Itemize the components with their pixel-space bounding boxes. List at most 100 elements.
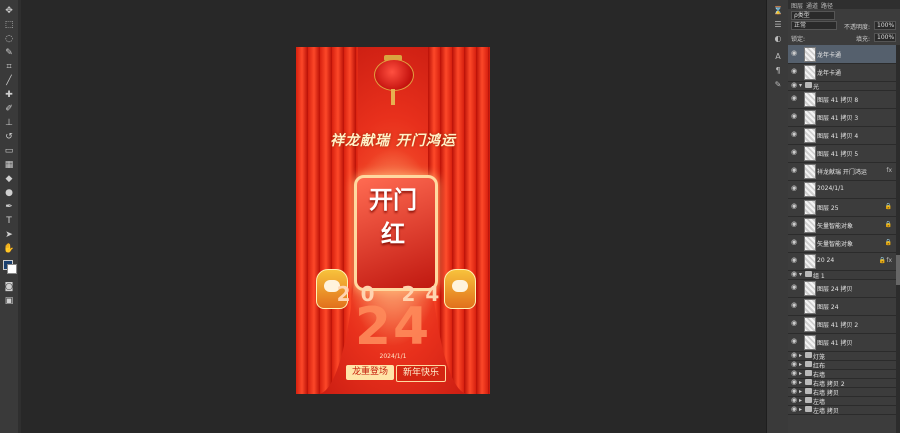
gradient-tool-icon[interactable]: ▦ [3, 160, 15, 171]
visibility-eye-icon[interactable]: ◉ [791, 352, 798, 359]
layer-row[interactable]: ◉ 图层 25 🔒 [788, 198, 896, 217]
character-panel-icon[interactable]: A [772, 52, 784, 62]
layer-row[interactable]: ◉ 矢量智能对象 🔒 [788, 216, 896, 235]
layer-name: 图层 41 拷贝 3 [817, 115, 859, 122]
visibility-eye-icon[interactable]: ◉ [791, 68, 798, 75]
fill-input[interactable]: 100% [874, 33, 896, 42]
dodge-tool-icon[interactable]: ● [3, 188, 15, 199]
visibility-eye-icon[interactable]: ◉ [791, 361, 798, 368]
visibility-eye-icon[interactable]: ◉ [791, 221, 798, 228]
layer-row[interactable]: ◉ 图层 24 拷贝 [788, 279, 896, 298]
clone-stamp-tool-icon[interactable]: ⊥ [3, 118, 15, 129]
layer-row[interactable]: ◉ 2024/1/1 [788, 180, 896, 199]
blend-mode-select[interactable]: 正常 [791, 21, 837, 30]
group-toggle-icon[interactable]: ▸ [799, 379, 802, 386]
visibility-eye-icon[interactable]: ◉ [791, 185, 798, 192]
paragraph-panel-icon[interactable]: ¶ [772, 66, 784, 76]
visibility-eye-icon[interactable]: ◉ [791, 167, 798, 174]
layer-row[interactable]: ◉ 图层 41 拷贝 4 [788, 126, 896, 145]
group-toggle-icon[interactable]: ▾ [799, 82, 802, 89]
layer-row[interactable]: ◉ 图层 41 拷贝 8 [788, 90, 896, 109]
visibility-eye-icon[interactable]: ◉ [791, 149, 798, 156]
move-tool-icon[interactable]: ✥ [3, 6, 15, 17]
properties-panel-icon[interactable]: ☰ [772, 20, 784, 30]
layer-row[interactable]: ◉ 图层 41 拷贝 3 [788, 108, 896, 127]
background-color-swatch[interactable] [7, 264, 17, 274]
brush-panel-icon[interactable]: ✎ [772, 80, 784, 90]
group-toggle-icon[interactable]: ▾ [799, 271, 802, 278]
visibility-eye-icon[interactable]: ◉ [791, 379, 798, 386]
visibility-eye-icon[interactable]: ◉ [791, 203, 798, 210]
type-tool-icon[interactable]: T [3, 216, 15, 227]
layer-thumbnail [804, 335, 816, 350]
history-brush-tool-icon[interactable]: ↺ [3, 132, 15, 143]
quick-select-tool-icon[interactable]: ✎ [3, 48, 15, 59]
layers-scrollbar[interactable] [896, 45, 900, 433]
visibility-eye-icon[interactable]: ◉ [791, 370, 798, 377]
quick-mask-icon[interactable]: ◙ [3, 282, 15, 293]
layer-row[interactable]: ◉ 图层 24 [788, 297, 896, 316]
visibility-eye-icon[interactable]: ◉ [791, 397, 798, 404]
layer-filter-select[interactable]: ρ类型 [791, 11, 835, 20]
tab-layers[interactable]: 图层 [791, 1, 803, 10]
document-canvas[interactable]: 祥龙献瑞 开门鸿运 开门红 20 24 24 2024/1/1 龙重登场 新年快… [296, 47, 490, 394]
visibility-eye-icon[interactable]: ◉ [791, 338, 798, 345]
layer-row[interactable]: ◉ 图层 41 拷贝 [788, 333, 896, 352]
tab-channels[interactable]: 通道 [806, 1, 818, 10]
visibility-eye-icon[interactable]: ◉ [791, 302, 798, 309]
layer-row[interactable]: ◉ 龙年卡通 [788, 63, 896, 82]
visibility-eye-icon[interactable]: ◉ [791, 284, 798, 291]
adjustments-panel-icon[interactable]: ◐ [772, 34, 784, 44]
screen-mode-icon[interactable]: ▣ [3, 296, 15, 307]
group-toggle-icon[interactable]: ▸ [799, 397, 802, 404]
marquee-tool-icon[interactable]: ⬚ [3, 20, 15, 31]
layer-thumbnail [804, 254, 816, 269]
opacity-input[interactable]: 100% [874, 21, 896, 30]
group-toggle-icon[interactable]: ▸ [799, 406, 802, 413]
group-toggle-icon[interactable]: ▸ [799, 361, 802, 368]
panel-tabs: 图层 通道 路径 [788, 0, 900, 10]
blur-tool-icon[interactable]: ◆ [3, 174, 15, 185]
group-toggle-icon[interactable]: ▸ [799, 370, 802, 377]
eyedropper-tool-icon[interactable]: ╱ [3, 76, 15, 87]
layer-row[interactable]: ◉ 祥龙献瑞 开门鸿运 fx [788, 162, 896, 181]
brush-tool-icon[interactable]: ✐ [3, 104, 15, 115]
folder-icon [805, 352, 812, 358]
layer-thumbnail [804, 236, 816, 251]
door-title: 开门红 [369, 186, 417, 248]
layer-group-row[interactable]: ◉ ▸ 左墙 拷贝 [788, 405, 896, 415]
folder-icon [805, 406, 812, 412]
visibility-eye-icon[interactable]: ◉ [791, 271, 798, 278]
layer-row[interactable]: ◉ 图层 41 拷贝 5 [788, 144, 896, 163]
eraser-tool-icon[interactable]: ▭ [3, 146, 15, 157]
group-toggle-icon[interactable]: ▸ [799, 388, 802, 395]
hand-tool-icon[interactable]: ✋ [3, 244, 15, 255]
path-select-tool-icon[interactable]: ➤ [3, 230, 15, 241]
visibility-eye-icon[interactable]: ◉ [791, 257, 798, 264]
visibility-eye-icon[interactable]: ◉ [791, 82, 798, 89]
layer-row[interactable]: ◉ 20 24 🔒fx [788, 252, 896, 271]
visibility-eye-icon[interactable]: ◉ [791, 320, 798, 327]
lantern-tassel [391, 89, 395, 105]
tab-paths[interactable]: 路径 [821, 1, 833, 10]
visibility-eye-icon[interactable]: ◉ [791, 406, 798, 413]
layer-thumbnail [804, 164, 816, 179]
lock-row: 锁定: 填充: 100% [788, 32, 900, 43]
layer-row[interactable]: ◉ 图层 41 拷贝 2 [788, 315, 896, 334]
layer-row[interactable]: ◉ 矢量智能对象 🔒 [788, 234, 896, 253]
layers-scroll-thumb[interactable] [896, 255, 900, 285]
group-toggle-icon[interactable]: ▸ [799, 352, 802, 359]
visibility-eye-icon[interactable]: ◉ [791, 95, 798, 102]
visibility-eye-icon[interactable]: ◉ [791, 388, 798, 395]
pen-tool-icon[interactable]: ✒ [3, 202, 15, 213]
visibility-eye-icon[interactable]: ◉ [791, 131, 798, 138]
healing-brush-tool-icon[interactable]: ✚ [3, 90, 15, 101]
crop-tool-icon[interactable]: ⌗ [3, 62, 15, 73]
history-panel-icon[interactable]: ⌛ [772, 6, 784, 16]
visibility-eye-icon[interactable]: ◉ [791, 239, 798, 246]
visibility-eye-icon[interactable]: ◉ [791, 113, 798, 120]
lasso-tool-icon[interactable]: ◌ [3, 34, 15, 45]
folder-icon [805, 397, 812, 403]
layer-row[interactable]: ◉ 龙年卡通 [788, 45, 896, 64]
visibility-eye-icon[interactable]: ◉ [791, 50, 798, 57]
